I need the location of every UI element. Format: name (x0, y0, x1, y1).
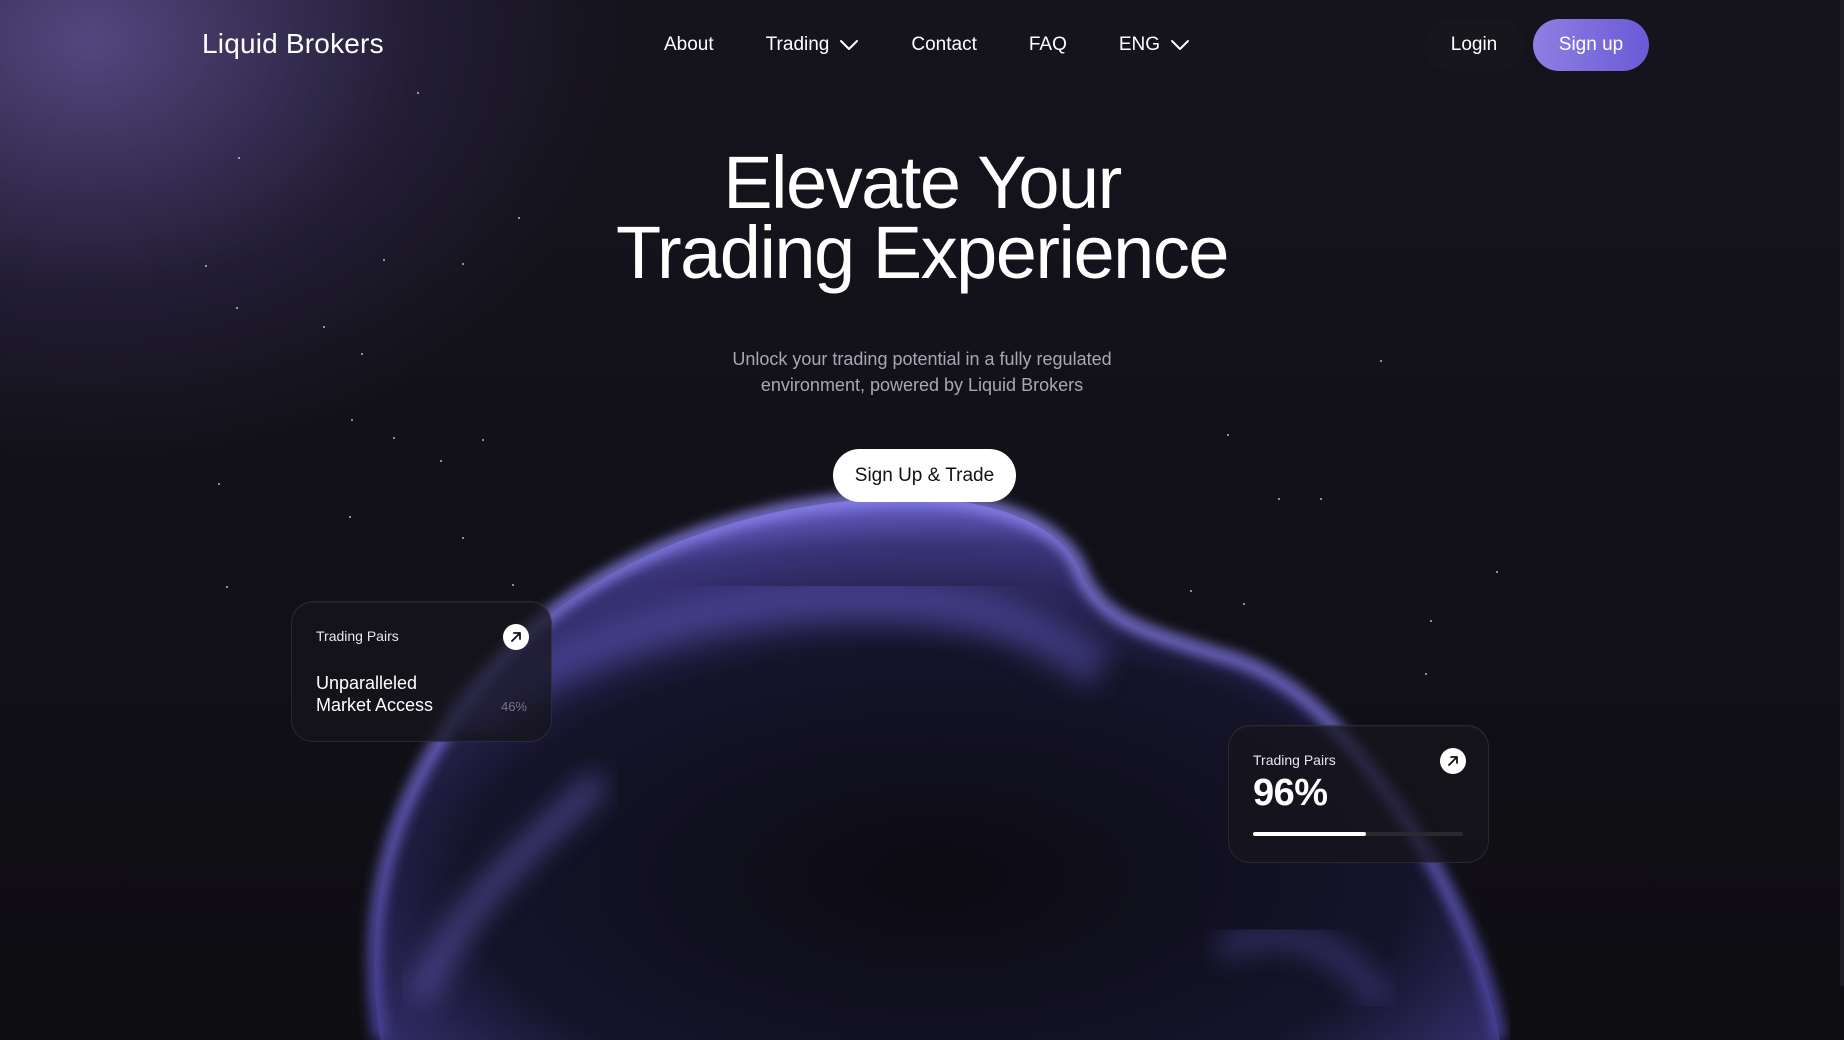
card-label: Trading Pairs (316, 628, 399, 644)
language-label: ENG (1118, 34, 1161, 55)
nav-item-about[interactable]: About (664, 34, 714, 56)
nav-item-trading[interactable]: Trading (766, 34, 860, 56)
trading-pairs-card[interactable]: Trading Pairs 96% (1228, 725, 1489, 863)
language-selector[interactable]: ENG (1119, 34, 1190, 56)
hero-subtitle: Unlock your trading potential in a fully… (0, 346, 1844, 398)
card-heading: Unparalleled Market Access (316, 672, 433, 716)
window-edge (1840, 0, 1844, 986)
market-access-card[interactable]: Trading Pairs Unparalleled Market Access… (291, 601, 552, 742)
main-nav: About Trading Contact FAQ ENG (664, 34, 1242, 56)
hero-title: Elevate Your Trading Experience (0, 141, 1844, 294)
hero-title-line2: Trading Experience (616, 211, 1229, 294)
nav-item-label: Trading (765, 34, 830, 55)
progress-bar (1253, 832, 1463, 836)
login-button[interactable]: Login (1424, 19, 1524, 71)
nav-item-label: FAQ (1028, 34, 1067, 55)
signup-trade-button[interactable]: Sign Up & Trade (833, 449, 1016, 502)
chevron-down-icon (840, 40, 859, 50)
card-heading-line1: Unparalleled (316, 673, 418, 693)
nav-item-faq[interactable]: FAQ (1029, 34, 1067, 56)
card-label: Trading Pairs (1253, 752, 1336, 768)
chevron-down-icon (1171, 40, 1190, 50)
hero-title-line1: Elevate Your (723, 141, 1122, 224)
brand-logo[interactable]: Liquid Brokers (202, 28, 384, 60)
card-value: 96% (1253, 772, 1328, 814)
nav-item-contact[interactable]: Contact (911, 34, 976, 56)
signup-button[interactable]: Sign up (1533, 19, 1649, 71)
card-heading-line2: Market Access (316, 695, 434, 715)
progress-fill (1253, 832, 1367, 836)
card-percent: 46% (500, 699, 527, 714)
hero-subtitle-line1: Unlock your trading potential in a fully… (732, 349, 1112, 369)
arrow-up-right-icon[interactable] (503, 624, 529, 650)
nav-item-label: About (664, 34, 714, 55)
arrow-up-right-icon[interactable] (1440, 748, 1466, 774)
nav-item-label: Contact (911, 34, 977, 55)
hero-subtitle-line2: environment, powered by Liquid Brokers (760, 375, 1084, 395)
